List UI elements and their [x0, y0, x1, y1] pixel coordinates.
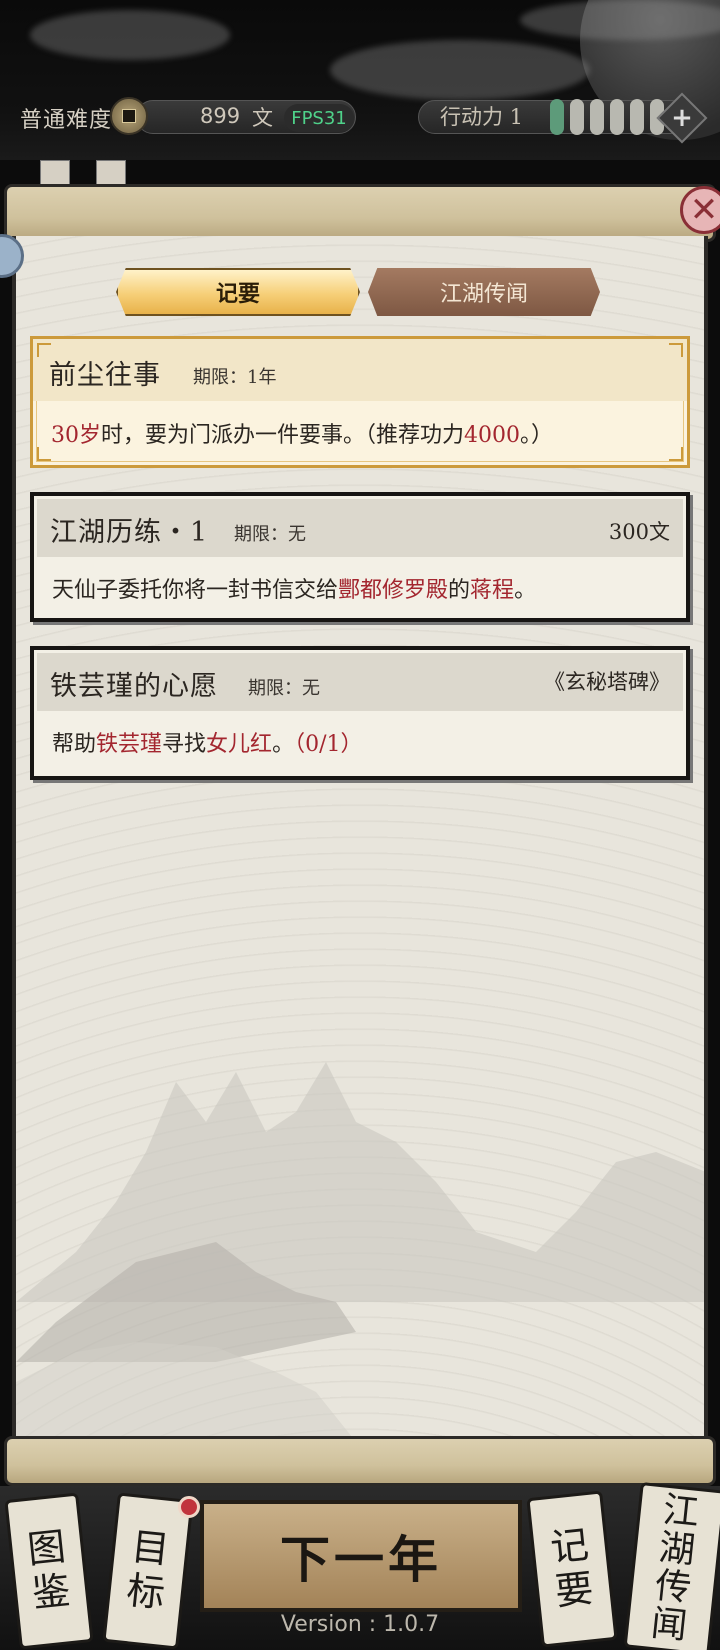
action-points-label: 行动力 1 [440, 105, 524, 129]
scroll-top-rod [4, 184, 716, 242]
action-point-bar [590, 99, 604, 135]
coin-icon [110, 97, 148, 135]
action-point-bar [570, 99, 584, 135]
money-unit: 文 [252, 106, 273, 130]
highlight-text: 女儿红 [206, 732, 273, 757]
quest-limit: 期限：无 [248, 678, 320, 699]
tab-jianghu-chuanwen[interactable]: 江湖传闻 [368, 268, 600, 316]
tab-jiyao[interactable]: 记要 [116, 268, 360, 316]
description-text: 帮助 [52, 732, 97, 757]
version-label: Version : 1.0.7 [280, 1612, 440, 1637]
button-char: 图 [25, 1524, 68, 1573]
corner-ornament [669, 447, 683, 461]
button-char: 江 [660, 1489, 702, 1535]
fps-counter: FPS31 [284, 104, 354, 132]
notification-dot [178, 1496, 200, 1518]
description-text: 。 [514, 578, 537, 603]
quest-description: 帮助铁芸瑾寻找女儿红。（0/1） [52, 726, 363, 758]
scroll-bottom-rod [4, 1436, 716, 1486]
highlight-text: 30岁 [51, 423, 101, 448]
money-value: 899 [200, 104, 241, 128]
cloud-decoration [30, 10, 230, 60]
corner-ornament [37, 447, 51, 461]
description-text: 时，要为门派办一件要事。（推荐功力 [101, 423, 465, 448]
description-text: 天仙子委托你将一封书信交给 [52, 578, 339, 603]
quest-title: 铁芸瑾的心愿 [50, 671, 218, 702]
difficulty-label: 普通难度 [20, 108, 113, 133]
status-bar: 普通难度 899 文 FPS31 行动力 1 + [0, 90, 720, 146]
plus-icon: + [671, 103, 693, 133]
action-point-bar [550, 99, 564, 135]
next-year-button[interactable]: 下一年 [200, 1500, 522, 1612]
button-char: 目 [129, 1524, 172, 1573]
next-year-label: 下一年 [280, 1530, 442, 1589]
action-point-bar [630, 99, 644, 135]
close-button[interactable]: ✕ [680, 186, 720, 234]
description-text: 。 [272, 732, 295, 757]
highlight-text: （0/1） [294, 732, 363, 757]
highlight-text: 酆都修罗殿 [338, 578, 449, 603]
cloud-decoration [520, 0, 720, 40]
button-char: 标 [124, 1568, 168, 1616]
mountain-painting [16, 1062, 704, 1442]
action-point-bar [610, 99, 624, 135]
action-points-bars [550, 99, 664, 135]
description-text: 的 [448, 578, 471, 603]
highlight-text: 4000 [464, 423, 521, 448]
quest-title: 前尘往事 [49, 360, 161, 391]
quest-description: 天仙子委托你将一封书信交给酆都修罗殿的蒋程。 [52, 572, 536, 604]
quest-card-jianghu[interactable]: 江湖历练・1 期限：无 300文 天仙子委托你将一封书信交给酆都修罗殿的蒋程。 [30, 492, 690, 622]
button-char: 要 [552, 1566, 596, 1614]
button-char: 鉴 [29, 1568, 73, 1616]
highlight-text: 铁芸瑾 [96, 732, 163, 757]
quest-card-main[interactable]: 前尘往事 期限：1年 30岁时，要为门派办一件要事。（推荐功力4000。） [30, 336, 690, 468]
quest-reward: 300文 [608, 520, 670, 544]
close-icon: ✕ [689, 190, 719, 230]
button-char: 湖 [656, 1527, 698, 1573]
quest-title: 江湖历练・1 [50, 517, 209, 548]
description-text: 寻找 [162, 732, 207, 757]
quest-source: 《玄秘塔碑》 [544, 670, 670, 694]
quest-limit: 期限：1年 [193, 367, 277, 388]
quest-description: 30岁时，要为门派办一件要事。（推荐功力4000。） [51, 417, 553, 449]
quest-limit: 期限：无 [234, 524, 306, 545]
button-char: 记 [548, 1522, 591, 1571]
corner-ornament [669, 343, 683, 357]
description-text: 。） [520, 423, 554, 448]
button-char: 传 [653, 1565, 694, 1610]
quest-card-wish[interactable]: 铁芸瑾的心愿 期限：无 《玄秘塔碑》 帮助铁芸瑾寻找女儿红。（0/1） [30, 646, 690, 780]
highlight-text: 蒋程 [470, 578, 515, 603]
